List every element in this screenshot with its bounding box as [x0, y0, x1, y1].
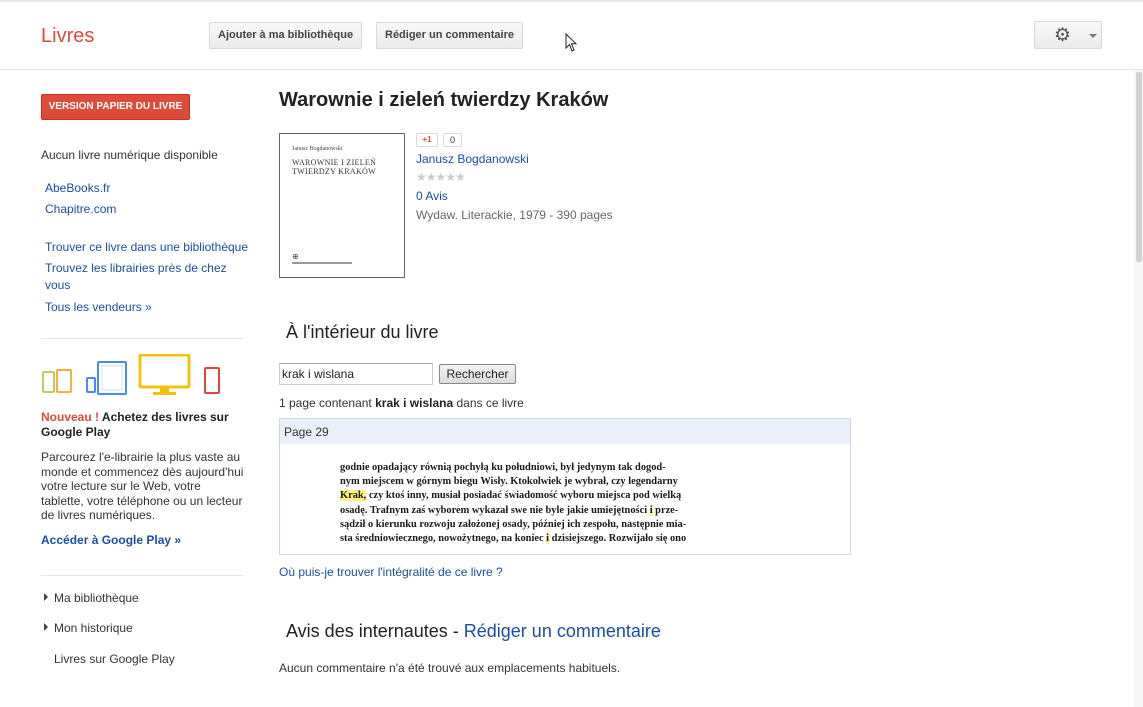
mouse-cursor-icon [565, 33, 578, 52]
play-promo-title: Nouveau ! Achetez des livres sur Google … [41, 410, 246, 440]
snippet-line: godnie opadający równią pochyłą ku połud… [340, 461, 770, 475]
write-review-link[interactable]: Rédiger un commentaire [464, 621, 661, 641]
result-suffix: dans ce livre [453, 396, 524, 410]
book-cover[interactable]: Janusz Bogdanowski WAROWNIE I ZIELEŃ TWI… [279, 133, 405, 278]
brand-logo[interactable]: Livres [41, 25, 94, 48]
play-books-link[interactable]: Livres sur Google Play [54, 652, 175, 666]
search-snippet[interactable]: Page 29 godnie opadający równią pochyłą … [279, 418, 851, 555]
find-in-library-link[interactable]: Trouver ce livre dans une bibliothèque [45, 240, 248, 254]
scrollbar-thumb[interactable] [1136, 72, 1142, 262]
user-reviews-title: Avis des internautes - [286, 621, 464, 641]
snippet-line: Krak, czy ktoś inny, musiał posiadać świ… [340, 489, 770, 503]
book-title: Warownie i zieleń twierdzy Kraków [279, 89, 609, 111]
find-full-text-link[interactable]: Où puis-je trouver l'intégralité de ce l… [279, 565, 503, 579]
google-play-link[interactable]: Accéder à Google Play » [41, 533, 181, 547]
no-reviews-text: Aucun commentaire n'a été trouvé aux emp… [279, 661, 621, 675]
result-prefix: 1 page contenant [279, 396, 376, 410]
triangle-right-icon [44, 623, 48, 631]
play-promo-body: Parcourez l'e-librairie la plus vaste au… [41, 450, 244, 522]
gplus-button[interactable]: +1 [416, 133, 438, 147]
cover-title-line: TWIERDZY KRAKÓW [292, 167, 376, 176]
snippet-text: osadę. Trafnym zaś wyborem wykazał swe n… [340, 504, 650, 516]
top-border [0, 0, 1143, 2]
gear-icon: ⚙ [1054, 25, 1072, 46]
page-scan-image[interactable]: godnie opadający równią pochyłą ku połud… [340, 461, 770, 546]
snippet-page-label[interactable]: Page 29 [280, 419, 850, 444]
snippet-text: sta średniowiecznego, nowożytnego, na ko… [340, 533, 547, 545]
inside-book-heading: À l'intérieur du livre [286, 322, 439, 342]
find-stores-link[interactable]: Trouvez les librairies près de chez [45, 261, 227, 275]
cover-title-line: WAROWNIE I ZIELEŃ [292, 158, 377, 167]
gplus-count: 0 [443, 133, 462, 147]
settings-button[interactable]: ⚙ [1034, 21, 1102, 49]
add-to-library-button[interactable]: Ajouter à ma bibliothèque [209, 22, 363, 49]
seller-link-abebooks[interactable]: AbeBooks.fr [45, 181, 110, 195]
snippet-text: prze- [652, 504, 679, 516]
highlighted-term: Krak, [340, 490, 367, 502]
no-ebook-text: Aucun livre numérique disponible [41, 148, 218, 162]
sidebar-divider [41, 575, 243, 576]
print-version-button[interactable]: VERSION PAPIER DU LIVRE [41, 94, 190, 120]
result-query: krak i wislana [375, 396, 454, 410]
snippet-text: godnie opadający równią pochyłą ku połud… [340, 462, 666, 473]
snippet-line: nym miejscem w górnym biegu Wisły. Ktoko… [340, 475, 770, 489]
publication-info: Wydaw. Literackie, 1979 - 390 pages [416, 208, 613, 222]
user-reviews-heading: Avis des internautes - Rédiger un commen… [286, 621, 661, 642]
snippet-text: sądził o kierunku rozwoju założonej osad… [340, 518, 687, 530]
snippet-text: czy ktoś inny, musiał posiadać świadomoś… [366, 490, 682, 502]
chevron-down-icon [1089, 34, 1097, 38]
sidebar-divider [41, 338, 243, 339]
cover-title: WAROWNIE I ZIELEŃ TWIERDZY KRAKÓW [292, 158, 376, 176]
snippet-text: dzisiejszego. Rozwijało się ono [549, 533, 687, 545]
my-history-item[interactable]: Mon historique [44, 621, 133, 635]
top-bar: Livres Ajouter à ma bibliothèque Rédiger… [0, 0, 1143, 70]
cover-author: Janusz Bogdanowski [292, 146, 343, 152]
rating-stars: ★★★★★ [416, 170, 466, 184]
triangle-right-icon [44, 593, 48, 601]
author-link[interactable]: Janusz Bogdanowski [416, 152, 529, 166]
snippet-text: nym miejscem w górnym biegu Wisły. Ktoko… [340, 476, 678, 488]
publisher-logo-icon: ⊕ [292, 252, 299, 261]
my-library-label: Ma bibliothèque [54, 591, 139, 605]
snippet-line: osadę. Trafnym zaś wyborem wykazał swe n… [340, 504, 770, 518]
my-history-label: Mon historique [54, 621, 133, 635]
devices-illustration [42, 354, 220, 395]
reviews-count-link[interactable]: 0 Avis [416, 189, 448, 203]
all-sellers-link[interactable]: Tous les vendeurs » [45, 300, 152, 314]
snippet-line: sądził o kierunku rozwoju założonej osad… [340, 518, 770, 532]
snippet-line: sta średniowiecznego, nowożytnego, na ko… [340, 532, 770, 546]
search-in-book-input[interactable] [279, 363, 433, 385]
search-button[interactable]: Rechercher [439, 364, 516, 384]
cover-publisher-line [292, 262, 352, 264]
search-result-count: 1 page contenant krak i wislana dans ce … [279, 396, 524, 410]
seller-link-chapitre[interactable]: Chapitre.com [45, 202, 116, 216]
my-library-item[interactable]: Ma bibliothèque [44, 591, 139, 605]
find-stores-link-cont[interactable]: vous [45, 278, 70, 292]
new-badge: Nouveau ! [41, 410, 100, 424]
write-review-button[interactable]: Rédiger un commentaire [376, 22, 523, 49]
